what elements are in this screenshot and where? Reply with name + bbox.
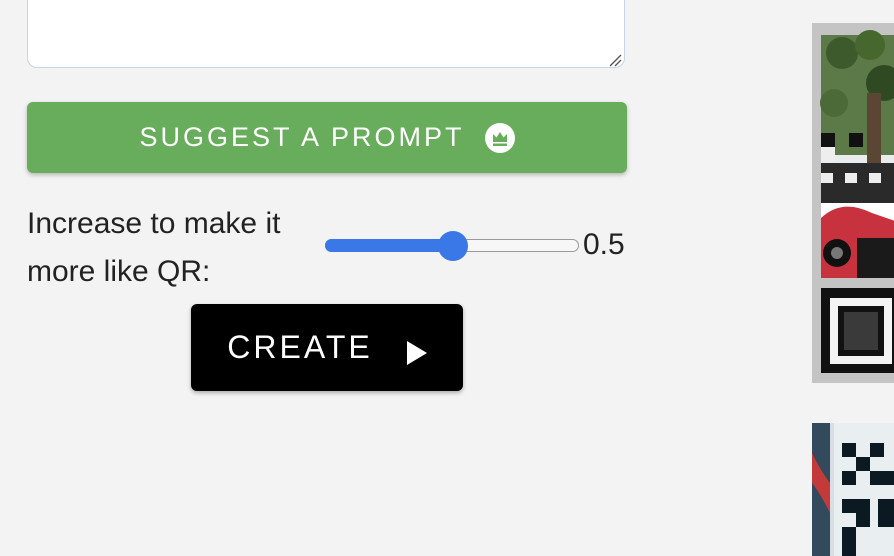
play-icon [406,336,427,365]
qr-strength-value: 0.5 [583,228,625,261]
resize-handle-icon[interactable] [607,52,623,68]
gallery-image[interactable] [812,423,894,556]
create-label: CREATE [227,329,373,365]
slider-thumb[interactable] [438,231,468,261]
crown-icon [484,122,515,153]
qr-strength-slider[interactable] [325,229,581,263]
prompt-textarea[interactable] [27,0,625,68]
gallery-image[interactable] [812,23,894,383]
slider-fill [325,239,453,252]
suggest-prompt-label: SUGGEST A PROMPT [139,122,465,152]
create-button[interactable]: CREATE [191,304,463,391]
suggest-prompt-button[interactable]: SUGGEST A PROMPT [27,102,627,173]
qr-strength-label: Increase to make it more like QR: [27,207,281,288]
